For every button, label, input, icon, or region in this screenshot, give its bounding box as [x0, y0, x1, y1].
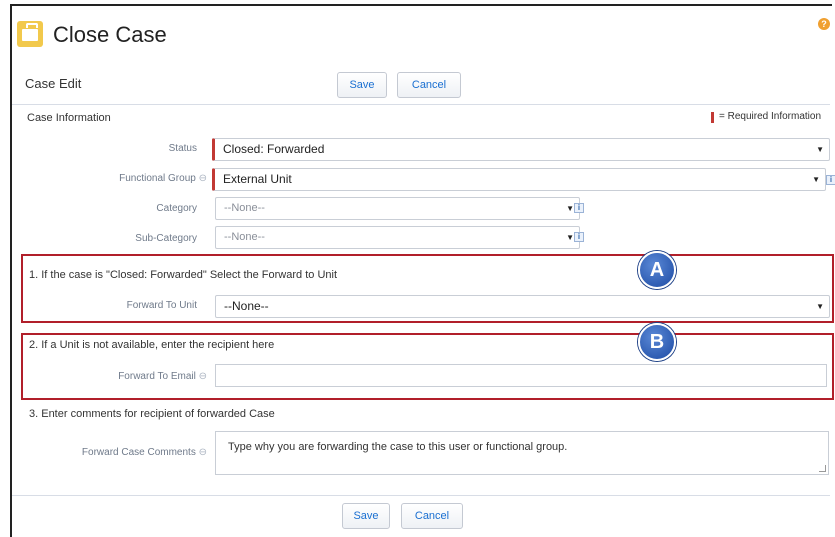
forward-case-comments-value: Type why you are forwarding the case to … [228, 441, 568, 453]
step2-instruction: 2. If a Unit is not available, enter the… [29, 339, 275, 351]
forward-case-comments-textarea[interactable]: Type why you are forwarding the case to … [215, 431, 829, 475]
sub-category-value: --None-- [224, 231, 265, 243]
sub-category-select[interactable]: --None-- ▼ [215, 226, 580, 249]
chevron-down-icon: ▼ [566, 233, 574, 242]
required-indicator-legend [711, 112, 714, 123]
functional-group-label: Functional Group ⊖ [119, 173, 207, 184]
info-icon[interactable]: i [826, 175, 835, 185]
save-button-top[interactable]: Save [337, 72, 387, 98]
sub-category-label: Sub-Category [135, 233, 197, 244]
category-value: --None-- [224, 202, 265, 214]
info-icon[interactable]: i [574, 232, 584, 242]
category-select[interactable]: --None-- ▼ [215, 197, 580, 220]
forward-to-email-label: Forward To Email ⊖ [118, 371, 207, 382]
chevron-down-icon: ▼ [566, 204, 574, 213]
chevron-down-icon: ▼ [812, 175, 820, 184]
resize-handle-icon[interactable] [819, 465, 826, 472]
case-briefcase-icon [17, 21, 43, 47]
chevron-down-icon: ▼ [816, 302, 824, 311]
forward-to-unit-label: Forward To Unit [126, 300, 197, 311]
status-value: Closed: Forwarded [223, 142, 325, 156]
forward-to-unit-select[interactable]: --None-- ▼ [215, 295, 830, 318]
divider-top [12, 104, 830, 105]
status-label: Status [168, 143, 197, 154]
step3-instruction: 3. Enter comments for recipient of forwa… [29, 408, 275, 420]
category-label: Category [156, 203, 197, 214]
functional-group-value: External Unit [223, 172, 292, 186]
callout-b: B [638, 323, 676, 361]
callout-a: A [638, 251, 676, 289]
cancel-button-bottom[interactable]: Cancel [401, 503, 463, 529]
functional-group-select[interactable]: External Unit ▼ [212, 168, 826, 191]
forward-to-unit-value: --None-- [224, 299, 269, 313]
status-select[interactable]: Closed: Forwarded ▼ [212, 138, 830, 161]
forward-case-comments-label: Forward Case Comments ⊖ [81, 447, 207, 458]
page-title: Close Case [53, 22, 167, 47]
case-edit-label: Case Edit [25, 76, 82, 91]
chevron-down-icon: ▼ [816, 145, 824, 154]
required-legend-text: = Required Information [719, 111, 822, 122]
cancel-button-top[interactable]: Cancel [397, 72, 461, 98]
divider-bottom [12, 495, 830, 496]
info-icon[interactable]: i [574, 203, 584, 213]
forward-to-email-input[interactable] [215, 364, 827, 387]
save-button-bottom[interactable]: Save [342, 503, 390, 529]
section-title-case-information: Case Information [27, 112, 111, 124]
help-icon[interactable]: ? [818, 18, 830, 30]
step1-instruction: 1. If the case is "Closed: Forwarded" Se… [29, 269, 337, 281]
